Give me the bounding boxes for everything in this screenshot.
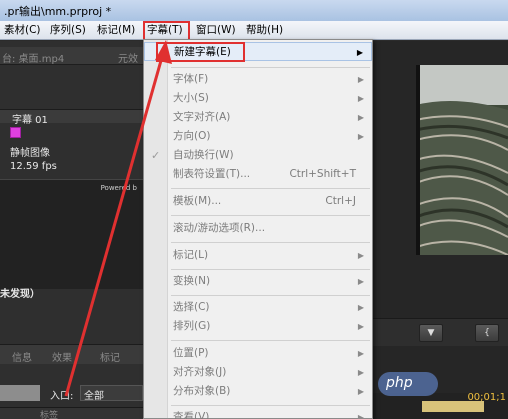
arrow-head xyxy=(155,40,172,64)
annotation-arrow xyxy=(64,40,172,397)
arrow-shaft xyxy=(64,49,166,397)
